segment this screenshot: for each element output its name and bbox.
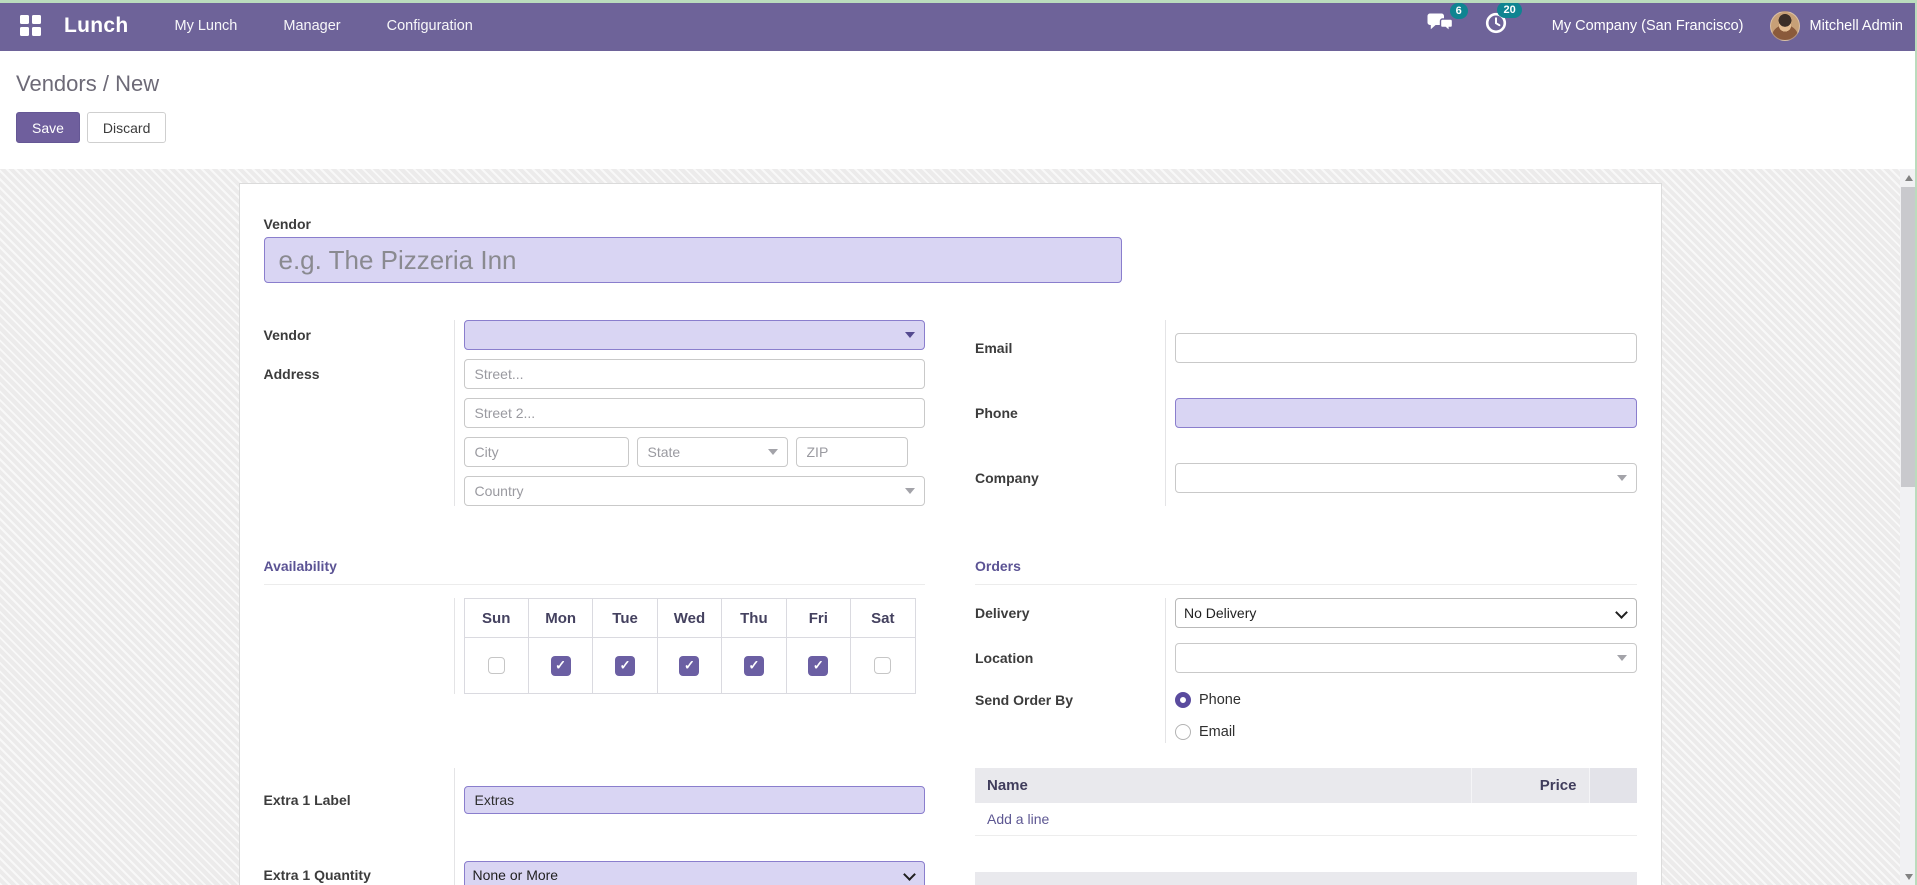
send-by-phone-radio[interactable]: Phone xyxy=(1175,688,1637,711)
email-input[interactable] xyxy=(1175,333,1637,363)
user-avatar[interactable] xyxy=(1770,11,1800,41)
breadcrumb: Vendors / New xyxy=(16,71,1901,97)
discard-button[interactable]: Discard xyxy=(87,112,166,143)
vendor-address-group: Vendor Address xyxy=(264,320,926,506)
wed-checkbox[interactable] xyxy=(679,656,699,676)
day-header: Sat xyxy=(851,599,915,638)
delivery-select[interactable]: No Delivery xyxy=(1175,598,1637,628)
day-header: Thu xyxy=(722,599,786,638)
extra1-quantity-select[interactable]: None or More xyxy=(464,861,926,885)
menu-manager[interactable]: Manager xyxy=(283,18,340,34)
availability-title: Availability xyxy=(264,558,926,585)
systray: 6 20 My Company (San Francisco) Mitchell… xyxy=(1427,11,1903,41)
day-header: Wed xyxy=(657,599,721,638)
triangle-down-icon xyxy=(1905,874,1913,880)
contact-group: Email Phone Company xyxy=(975,320,1637,506)
company-switcher[interactable]: My Company (San Francisco) xyxy=(1552,18,1744,34)
radio-unselected-icon xyxy=(1175,724,1191,740)
chat-bubbles-icon xyxy=(1427,12,1454,40)
state-input[interactable] xyxy=(637,437,788,467)
city-input[interactable] xyxy=(464,437,629,467)
breadcrumb-separator: / xyxy=(97,71,115,96)
triangle-up-icon xyxy=(1905,175,1913,181)
vendor-many2one-input[interactable] xyxy=(464,320,926,350)
name-column-header: Name xyxy=(975,768,1471,803)
messages-badge: 6 xyxy=(1450,3,1468,19)
extras-list: Name Price Add a line xyxy=(975,768,1637,885)
mon-checkbox[interactable] xyxy=(551,656,571,676)
next-list-header-cutoff xyxy=(975,872,1637,885)
activities-button[interactable]: 20 xyxy=(1484,11,1508,40)
menu-configuration[interactable]: Configuration xyxy=(387,18,473,34)
top-navbar: Lunch My Lunch Manager Configuration 6 2… xyxy=(0,0,1917,51)
radio-selected-icon xyxy=(1175,692,1191,708)
location-field-label: Location xyxy=(975,650,1165,666)
user-name[interactable]: Mitchell Admin xyxy=(1810,18,1903,34)
availability-days-table: Sun Mon Tue Wed Thu Fri Sat xyxy=(464,598,916,694)
breadcrumb-current: New xyxy=(115,71,159,96)
vendor-title-label: Vendor xyxy=(264,216,1637,232)
orders-section: Orders Delivery No Delivery Location Sen… xyxy=(975,558,1637,768)
sat-checkbox[interactable] xyxy=(874,657,891,674)
location-input[interactable] xyxy=(1175,643,1637,673)
apps-grid-icon[interactable] xyxy=(20,15,42,37)
street-input[interactable] xyxy=(464,359,926,389)
activities-badge: 20 xyxy=(1497,2,1521,18)
vendor-field-label: Vendor xyxy=(264,327,454,343)
main-menu: My Lunch Manager Configuration xyxy=(175,18,473,34)
scrollbar-thumb[interactable] xyxy=(1901,187,1916,487)
availability-section: Availability Sun Mon Tue Wed Thu Fri xyxy=(264,558,926,768)
extra1-quantity-label: Extra 1 Quantity xyxy=(264,867,454,883)
menu-my-lunch[interactable]: My Lunch xyxy=(175,18,238,34)
tue-checkbox[interactable] xyxy=(615,656,635,676)
form-view-background: Vendor Vendor Address xyxy=(0,169,1917,885)
address-field-label: Address xyxy=(264,366,454,382)
phone-field-label: Phone xyxy=(975,405,1165,421)
app-brand[interactable]: Lunch xyxy=(64,14,129,38)
send-order-by-label: Send Order By xyxy=(975,688,1165,708)
orders-title: Orders xyxy=(975,558,1637,585)
vendor-name-input[interactable] xyxy=(264,237,1122,283)
save-button[interactable]: Save xyxy=(16,112,80,143)
extras-group: Extra 1 Label Extra 1 Quantity None or M… xyxy=(264,768,926,885)
delivery-field-label: Delivery xyxy=(975,605,1165,621)
send-by-email-radio[interactable]: Email xyxy=(1175,720,1637,743)
email-field-label: Email xyxy=(975,340,1165,356)
sun-checkbox[interactable] xyxy=(488,657,505,674)
extra1-label-label: Extra 1 Label xyxy=(264,792,454,808)
phone-input[interactable] xyxy=(1175,398,1637,428)
add-a-line-link[interactable]: Add a line xyxy=(975,803,1637,836)
breadcrumb-vendors-link[interactable]: Vendors xyxy=(16,71,97,96)
control-panel: Vendors / New Save Discard xyxy=(0,51,1917,169)
messages-button[interactable]: 6 xyxy=(1427,12,1454,40)
country-input[interactable] xyxy=(464,476,926,506)
window-border-top xyxy=(0,0,1917,3)
fri-checkbox[interactable] xyxy=(808,656,828,676)
day-header: Fri xyxy=(786,599,850,638)
extras-list-header: Name Price xyxy=(975,768,1637,803)
extra-column-header xyxy=(1589,768,1637,803)
extra1-label-input[interactable] xyxy=(464,786,926,814)
vendor-form-sheet: Vendor Vendor Address xyxy=(239,183,1662,885)
price-column-header: Price xyxy=(1471,768,1589,803)
company-field-label: Company xyxy=(975,470,1165,486)
day-header: Mon xyxy=(528,599,592,638)
day-header: Sun xyxy=(464,599,528,638)
thu-checkbox[interactable] xyxy=(744,656,764,676)
day-header: Tue xyxy=(593,599,657,638)
company-input[interactable] xyxy=(1175,463,1637,493)
street2-input[interactable] xyxy=(464,398,926,428)
zip-input[interactable] xyxy=(796,437,908,467)
